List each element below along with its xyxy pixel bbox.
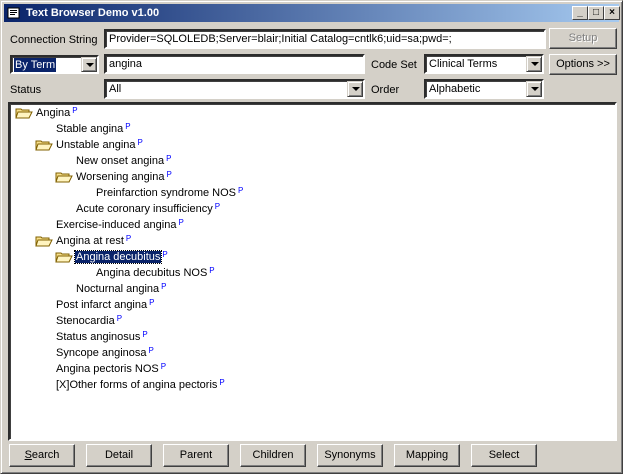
tree-node[interactable]: Angina decubitus P <box>55 250 168 265</box>
tree-node[interactable]: Preinfarction syndrome NOS P <box>55 186 243 201</box>
preferred-marker: P <box>125 122 131 131</box>
preferred-marker: P <box>142 330 148 339</box>
open-folder-icon <box>35 234 53 248</box>
children-button[interactable]: Children <box>240 444 306 467</box>
code-set-value: Clinical Terms <box>429 58 498 70</box>
tree-node[interactable]: New onset angina P <box>35 154 171 169</box>
preferred-marker: P <box>214 202 221 211</box>
search-mode-select[interactable]: By Term <box>10 55 99 74</box>
tree-node-label: Exercise-induced angina <box>56 219 177 231</box>
preferred-marker: P <box>219 378 225 387</box>
preferred-marker: P <box>166 154 172 163</box>
open-folder-icon <box>55 170 73 184</box>
code-set-select[interactable]: Clinical Terms <box>424 54 544 74</box>
tree-node-label: Angina pectoris NOS <box>56 363 159 375</box>
close-icon[interactable]: × <box>604 6 620 20</box>
tree-node[interactable]: Nocturnal angina P <box>35 282 167 297</box>
chevron-down-icon[interactable] <box>526 56 542 72</box>
tree-node[interactable]: Acute coronary insufficiency P <box>35 202 220 217</box>
tree-node-label: Syncope anginosa <box>56 347 147 359</box>
search-term-input[interactable]: angina <box>104 54 365 74</box>
connection-string-field[interactable]: Provider=SQLOLEDB;Server=blair;Initial C… <box>104 29 546 49</box>
tree-node[interactable]: Angina P <box>15 106 78 121</box>
chevron-down-icon[interactable] <box>81 57 97 72</box>
parent-button[interactable]: Parent <box>163 444 229 467</box>
chevron-down-icon[interactable] <box>347 81 363 97</box>
select-button[interactable]: Select <box>471 444 537 467</box>
preferred-marker: P <box>166 170 172 179</box>
tree-node-label: Worsening angina <box>76 171 165 183</box>
tree-node-label: Stable angina <box>56 123 124 135</box>
tree-node[interactable]: Angina at rest P <box>35 234 131 249</box>
preferred-marker: P <box>125 234 132 243</box>
status-value: All <box>109 83 122 95</box>
tree-node[interactable]: Unstable angina P <box>35 138 143 153</box>
preferred-marker: P <box>137 138 143 147</box>
status-select[interactable]: All <box>104 79 365 99</box>
open-folder-icon <box>55 250 73 264</box>
synonyms-button[interactable]: Synonyms <box>317 444 383 467</box>
title-bar[interactable]: Text Browser Demo v1.00 _ □ × <box>4 4 620 22</box>
setup-button[interactable]: Setup <box>549 28 617 49</box>
open-folder-icon <box>15 106 33 120</box>
maximize-icon[interactable]: □ <box>588 6 604 20</box>
tree-node[interactable]: Stable angina P <box>15 122 131 137</box>
preferred-marker: P <box>149 298 155 307</box>
open-folder-icon <box>35 138 53 152</box>
chevron-down-icon[interactable] <box>526 81 542 97</box>
term-tree[interactable]: Angina P Stable angina P Unstable angina P New… <box>10 104 615 439</box>
detail-button[interactable]: Detail <box>86 444 152 467</box>
options-button[interactable]: Options >> <box>549 54 617 75</box>
tree-node[interactable]: Status anginosus P <box>15 330 148 345</box>
tree-node-label: [X]Other forms of angina pectoris <box>56 379 218 391</box>
preferred-marker: P <box>148 346 154 355</box>
tree-node-label: Angina decubitus NOS <box>96 267 208 279</box>
preferred-marker: P <box>178 218 184 227</box>
tree-node-label: Post infarct angina <box>56 299 148 311</box>
window-title: Text Browser Demo v1.00 <box>26 7 160 19</box>
app-icon <box>7 7 20 19</box>
status-label: Status <box>10 84 42 96</box>
search-button[interactable]: Search <box>9 444 75 467</box>
preferred-marker: P <box>209 266 215 275</box>
tree-node-label: Angina <box>36 107 71 119</box>
preferred-marker: P <box>238 186 244 195</box>
tree-node[interactable]: Angina decubitus NOS P <box>55 266 215 281</box>
tree-node-label: Unstable angina <box>56 139 136 151</box>
search-mode-value: By Term <box>14 58 57 72</box>
tree-node[interactable]: Angina pectoris NOS P <box>15 362 166 377</box>
tree-node[interactable]: Stenocardia P <box>15 314 122 329</box>
preferred-marker: P <box>116 314 123 323</box>
main-window: Text Browser Demo v1.00 _ □ × Connection… <box>0 0 623 474</box>
tree-node[interactable]: Post infarct angina P <box>15 298 154 313</box>
tree-node-label: Status anginosus <box>56 331 141 343</box>
tree-node-label: Acute coronary insufficiency <box>76 203 213 215</box>
mapping-button[interactable]: Mapping <box>394 444 460 467</box>
tree-node-label: Nocturnal angina <box>76 283 160 295</box>
connection-string-label: Connection String <box>10 34 98 46</box>
tree-node-label: Angina at rest <box>56 235 124 247</box>
tree-node-label: New onset angina <box>76 155 165 167</box>
code-set-label: Code Set <box>371 59 417 71</box>
tree-node-label: Preinfarction syndrome NOS <box>96 187 236 199</box>
minimize-icon[interactable]: _ <box>572 6 588 20</box>
tree-node-label: Angina decubitus <box>73 250 163 264</box>
preferred-marker: P <box>72 106 78 115</box>
order-label: Order <box>371 84 400 96</box>
tree-node[interactable]: Exercise-induced angina P <box>15 218 184 233</box>
order-value: Alphabetic <box>429 83 481 95</box>
tree-node[interactable]: Syncope anginosa P <box>15 346 154 361</box>
preferred-marker: P <box>160 362 167 371</box>
preferred-marker: P <box>161 282 167 291</box>
tree-node[interactable]: Worsening angina P <box>55 170 172 185</box>
tree-node[interactable]: [X]Other forms of angina pectoris P <box>15 378 225 393</box>
tree-node-label: Stenocardia <box>56 315 115 327</box>
order-select[interactable]: Alphabetic <box>424 79 544 99</box>
preferred-marker: P <box>162 250 168 259</box>
